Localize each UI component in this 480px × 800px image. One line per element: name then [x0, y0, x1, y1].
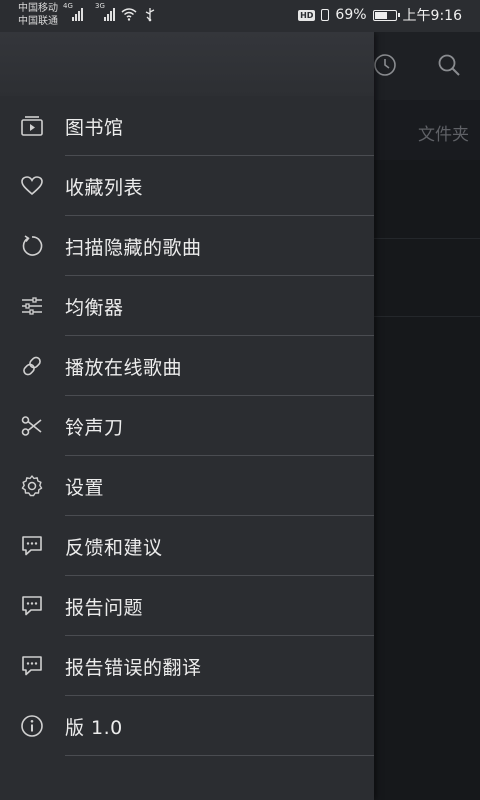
network-type-1: 4G [63, 2, 73, 10]
search-icon[interactable] [436, 52, 462, 78]
menu-item-ringtone-cutter[interactable]: 铃声刀 [0, 396, 374, 456]
carrier-2: 中国联通 [18, 16, 58, 27]
scissors-icon [21, 416, 42, 436]
menu-item-report-problem[interactable]: 报告问题 [0, 576, 374, 636]
drawer-header [0, 32, 374, 96]
menu-item-favorites[interactable]: 收藏列表 [0, 156, 374, 216]
menu-item-label: 报告问题 [65, 596, 144, 619]
link-icon [23, 356, 41, 376]
equalizer-icon [22, 297, 42, 315]
library-icon [21, 116, 43, 136]
heart-icon [21, 176, 43, 196]
clock: 上午9:16 [402, 8, 462, 24]
navigation-drawer: 图书馆 收藏列表 扫描隐藏的歌曲 均衡器 播放在线歌曲 铃声刀 设置 反馈和建议… [0, 32, 374, 800]
info-icon [21, 715, 43, 737]
menu-item-scan-hidden-songs[interactable]: 扫描隐藏的歌曲 [0, 216, 374, 276]
usb-icon [145, 8, 155, 22]
signal-1-icon: 4G [63, 2, 83, 21]
signal-2-icon: 3G [95, 2, 115, 21]
battery-fill [374, 11, 387, 19]
menu-item-label: 收藏列表 [65, 176, 144, 199]
menu-item-label: 版 1.0 [65, 716, 123, 739]
carrier-names: 中国移动 中国联通 [18, 2, 58, 28]
menu-item-label: 设置 [65, 476, 105, 499]
drawer-menu: 图书馆 收藏列表 扫描隐藏的歌曲 均衡器 播放在线歌曲 铃声刀 设置 反馈和建议… [0, 96, 374, 756]
hd-badge: HD [298, 9, 316, 21]
status-right-group: HD 69% 上午9:16 [298, 5, 462, 25]
menu-item-feedback[interactable]: 反馈和建议 [0, 516, 374, 576]
menu-item-label: 播放在线歌曲 [65, 356, 183, 379]
battery-icon [372, 9, 400, 21]
vibrate-icon [321, 9, 330, 21]
carrier-1: 中国移动 [18, 3, 58, 14]
list-divider [374, 238, 480, 239]
divider [65, 755, 374, 756]
status-bar: 中国移动 中国联通 4G 3G HD 69% 上午9:16 [0, 0, 480, 32]
tab-folders[interactable]: 文件夹 [418, 120, 469, 145]
menu-item-library[interactable]: 图书馆 [0, 96, 374, 156]
menu-item-play-online[interactable]: 播放在线歌曲 [0, 336, 374, 396]
chat-bubble-icon [22, 536, 42, 556]
scan-refresh-icon [22, 235, 43, 256]
chat-bubble-icon [22, 596, 42, 616]
menu-item-label: 反馈和建议 [65, 536, 163, 559]
list-divider [374, 316, 480, 317]
menu-item-version[interactable]: 版 1.0 [0, 696, 374, 756]
menu-item-label: 图书馆 [65, 116, 124, 139]
wifi-icon [121, 8, 137, 21]
menu-item-report-translation[interactable]: 报告错误的翻译 [0, 636, 374, 696]
history-clock-icon[interactable] [372, 52, 398, 78]
app-screen: 中国移动 中国联通 4G 3G HD 69% 上午9:16 文件夹 图书馆 收藏… [0, 0, 480, 800]
menu-item-equalizer[interactable]: 均衡器 [0, 276, 374, 336]
menu-item-label: 扫描隐藏的歌曲 [65, 236, 202, 259]
network-type-2: 3G [95, 2, 105, 10]
gear-icon [21, 475, 43, 497]
chat-bubble-icon [22, 656, 42, 676]
battery-percent: 69% [335, 7, 367, 23]
menu-item-label: 均衡器 [65, 296, 124, 319]
menu-item-label: 报告错误的翻译 [65, 656, 202, 679]
menu-item-settings[interactable]: 设置 [0, 456, 374, 516]
menu-item-label: 铃声刀 [65, 416, 124, 439]
